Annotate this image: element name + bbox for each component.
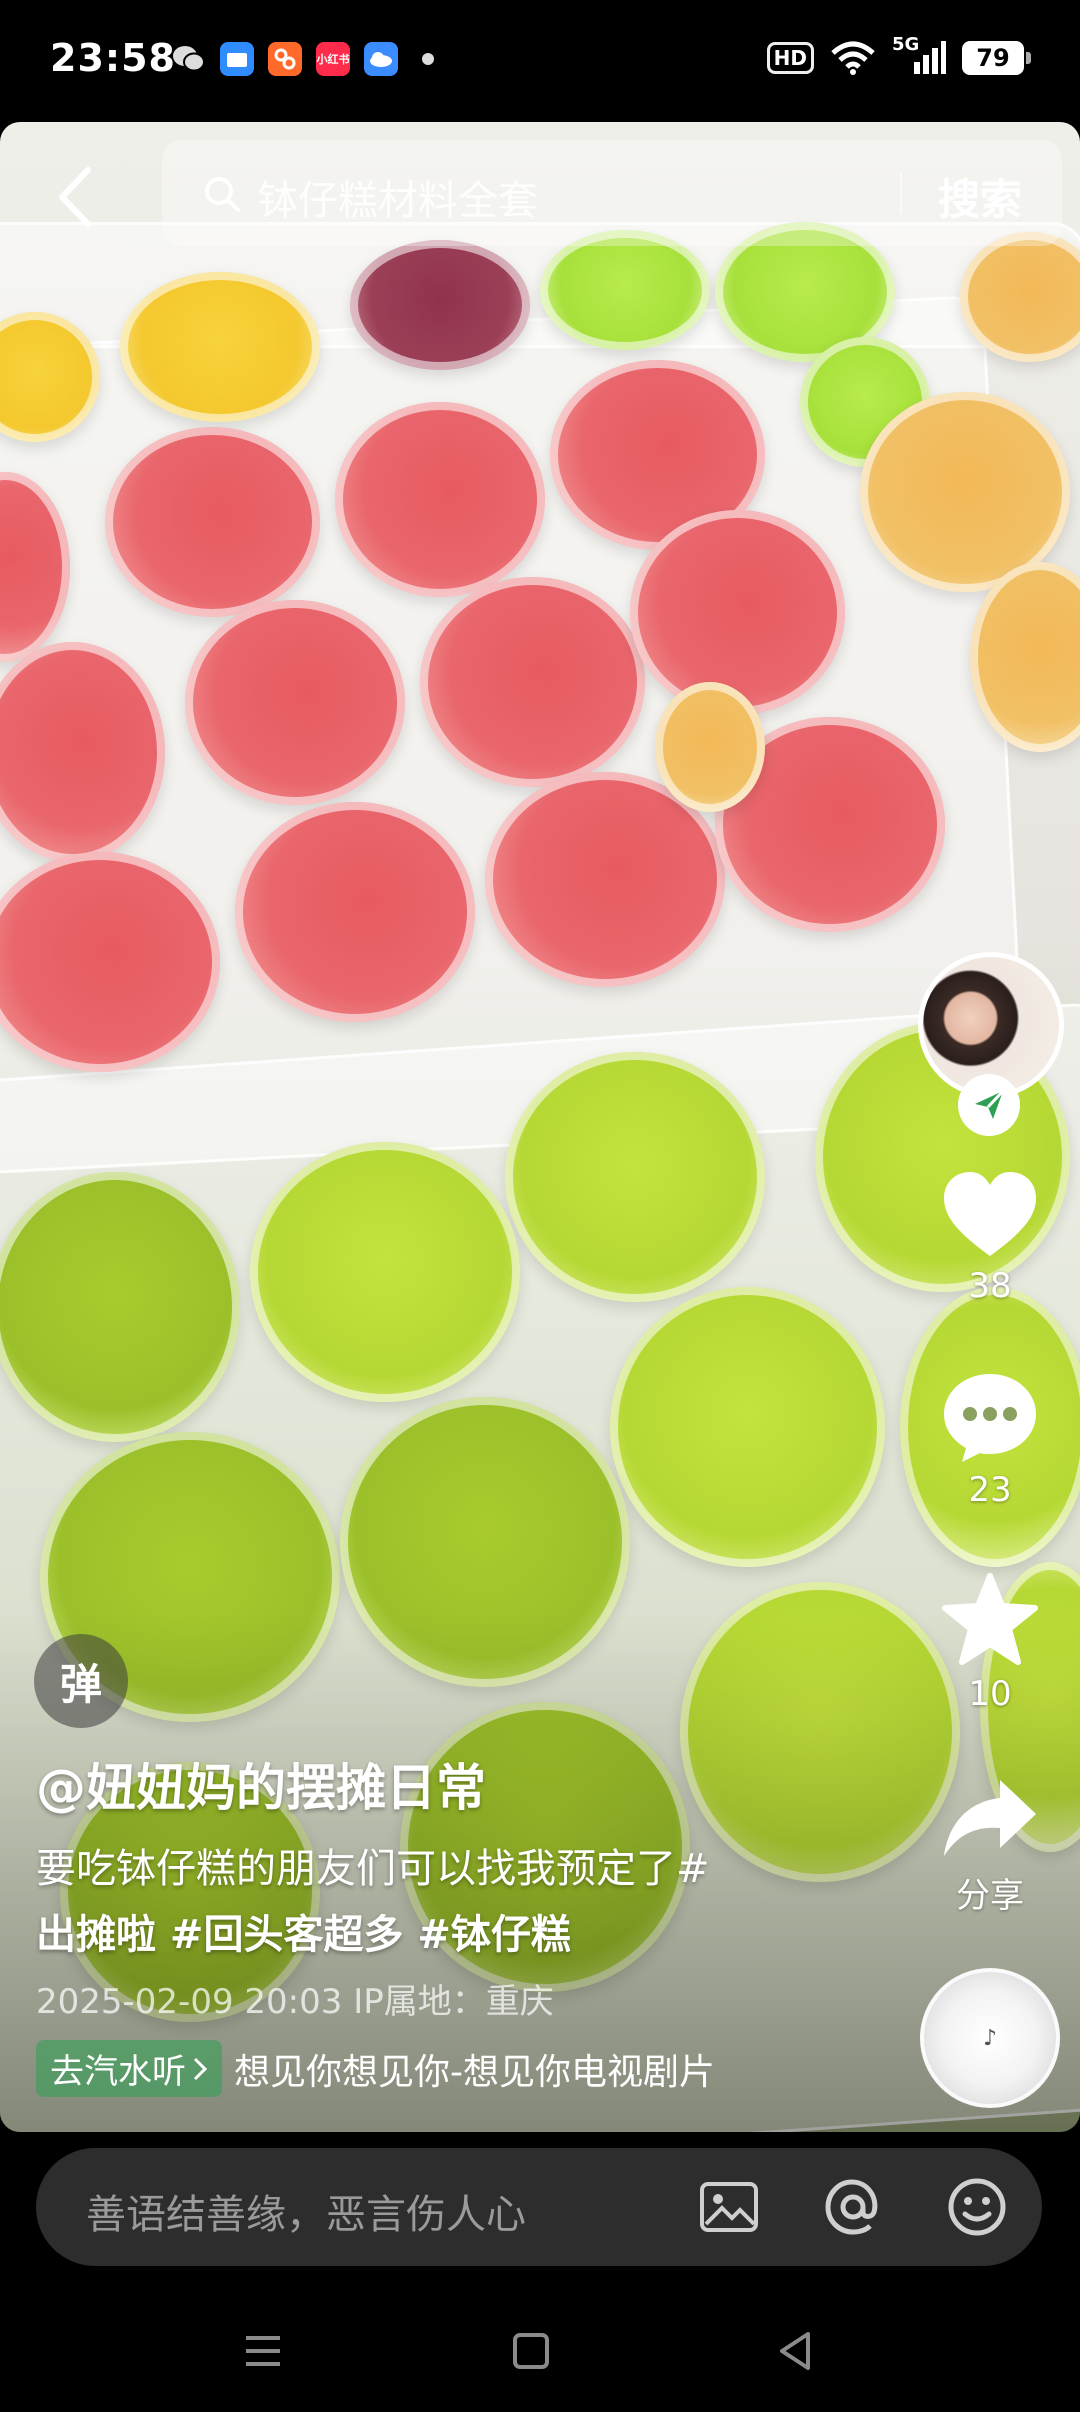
dessert-cup	[235, 802, 475, 1022]
share-arrow-icon	[944, 1780, 1036, 1856]
wechat-icon	[172, 42, 206, 76]
back-triangle-icon[interactable]	[772, 2328, 818, 2374]
comment-action[interactable]: 23	[930, 1370, 1050, 1510]
favorite-action[interactable]: 10	[930, 1572, 1050, 1714]
menu-icon[interactable]	[240, 2328, 286, 2374]
files-icon	[220, 42, 254, 76]
search-divider	[900, 172, 902, 214]
favorite-count: 10	[968, 1674, 1012, 1714]
post-meta: 2025-02-09 20:03 IP属地：重庆	[36, 1982, 554, 2022]
dessert-cup	[655, 682, 765, 812]
heart-icon	[944, 1172, 1036, 1256]
status-bar: 23:58 小红书 HD 5G 79	[0, 0, 1080, 122]
search-input[interactable]: 钵仔糕材料全套	[258, 168, 538, 226]
comment-bar[interactable]: 善语结善缘，恶言伤人心	[36, 2148, 1042, 2266]
dessert-cup	[630, 510, 845, 715]
hashtags[interactable]: 出摊啦 #回头客超多 #钵仔糕	[36, 1902, 856, 1968]
dessert-cup	[0, 1172, 240, 1442]
music-chip-label: 去汽水听	[50, 2052, 186, 2092]
chevron-left-icon	[59, 167, 91, 227]
follow-button[interactable]	[958, 1074, 1020, 1136]
music-title: 想见你想见你-想见你电视剧片	[234, 2051, 715, 2093]
search-button[interactable]: 搜索	[938, 166, 1022, 227]
search-bar[interactable]: 钵仔糕材料全套 搜索	[162, 140, 1062, 246]
open-music-app-chip[interactable]: 去汽水听	[36, 2040, 222, 2097]
system-navigation-bar	[0, 2290, 1080, 2412]
like-count: 38	[968, 1266, 1012, 1306]
comment-count: 23	[968, 1470, 1012, 1510]
dessert-cup	[120, 272, 320, 422]
dessert-cup	[610, 1287, 885, 1567]
battery-indicator: 79	[962, 41, 1031, 75]
back-button[interactable]	[50, 162, 100, 232]
music-cover-icon: ♪	[982, 2025, 998, 2051]
emoji-icon[interactable]	[944, 2174, 1010, 2240]
search-icon	[205, 177, 240, 212]
dessert-cup	[250, 1142, 520, 1402]
video-player[interactable]	[0, 122, 1080, 2132]
comment-bubble-icon	[944, 1374, 1036, 1462]
chevron-right-icon	[193, 2057, 208, 2080]
dessert-cup	[420, 577, 645, 787]
dessert-cup	[540, 230, 710, 350]
dessert-cup	[350, 240, 530, 370]
xiaohongshu-icon: 小红书	[316, 42, 350, 76]
mention-icon[interactable]	[820, 2174, 886, 2240]
more-notifications-dot	[422, 53, 434, 65]
wifi-icon	[831, 41, 875, 75]
clock: 23:58	[50, 36, 176, 80]
cellular-signal-icon: 5G	[892, 34, 946, 76]
image-icon[interactable]	[696, 2174, 762, 2240]
comment-input[interactable]: 善语结善缘，恶言伤人心	[86, 2182, 526, 2240]
send-icon	[975, 1089, 1005, 1119]
weather-icon	[364, 42, 398, 76]
system-indicators: HD 5G 79	[766, 34, 1031, 76]
description-text: 要吃钵仔糕的朋友们可以找我预定了#	[36, 1846, 710, 1892]
hd-badge: HD	[766, 42, 814, 74]
danmaku-toggle-button[interactable]: 弹	[34, 1634, 128, 1728]
dessert-cup	[335, 402, 545, 597]
dessert-cup	[105, 427, 320, 617]
post-description[interactable]: 要吃钵仔糕的朋友们可以找我预定了# 出摊啦 #回头客超多 #钵仔糕	[36, 1836, 856, 1968]
author-name[interactable]: @妞妞妈的摆摊日常	[36, 1748, 486, 1820]
video-app-icon	[268, 42, 302, 76]
share-action[interactable]: 分享	[930, 1776, 1050, 1917]
notification-icons: 小红书	[172, 42, 434, 76]
share-label: 分享	[956, 1876, 1024, 1916]
music-disc[interactable]: ♪	[920, 1968, 1060, 2108]
star-icon	[942, 1573, 1038, 1665]
dessert-cup	[505, 1052, 765, 1302]
home-square-icon[interactable]	[508, 2328, 554, 2374]
music-row[interactable]: 去汽水听 想见你想见你-想见你电视剧片	[36, 2040, 715, 2097]
dessert-cup	[185, 600, 405, 805]
like-action[interactable]: 38	[930, 1170, 1050, 1306]
